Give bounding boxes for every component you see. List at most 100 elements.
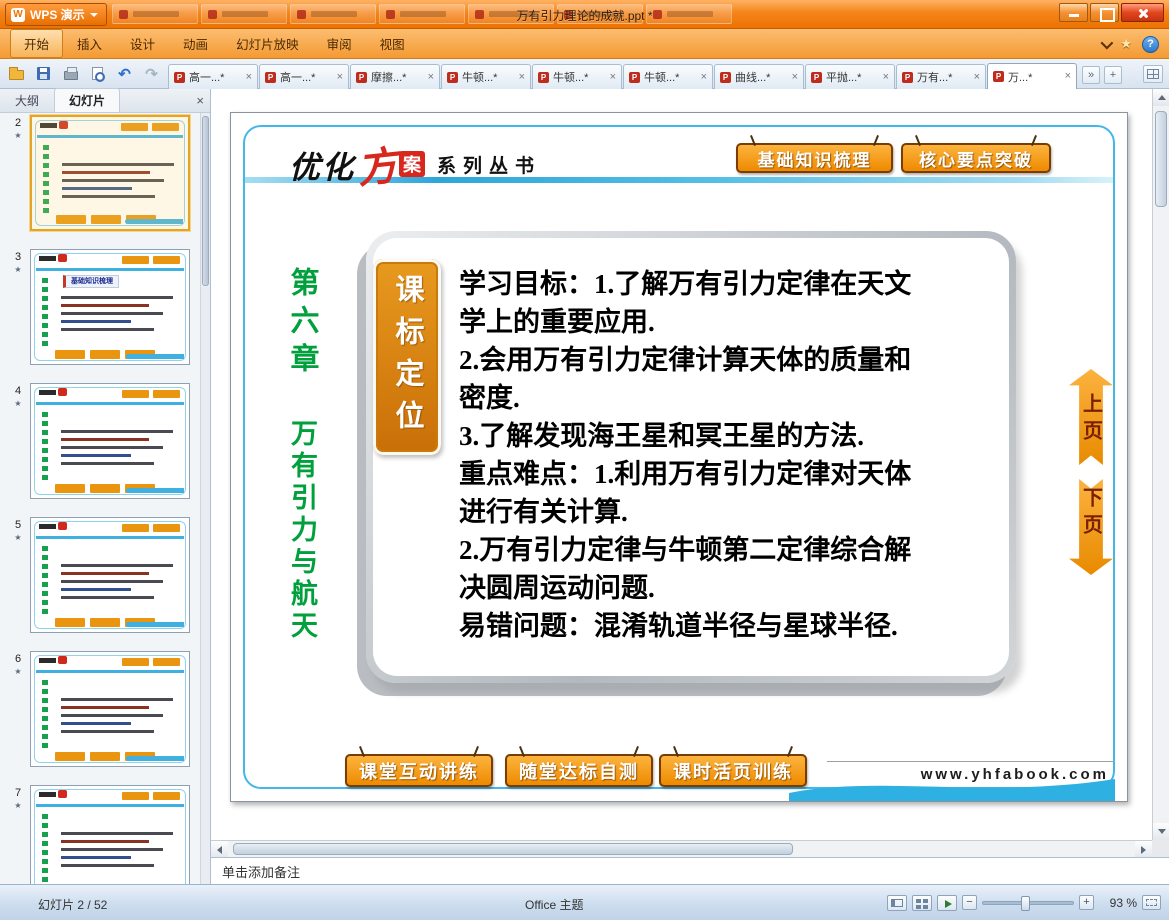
transition-star-icon: ★ [14, 667, 22, 676]
menu-item-review[interactable]: 审阅 [313, 29, 366, 58]
menu-item-animation[interactable]: 动画 [169, 29, 222, 58]
tab-slides[interactable]: 幻灯片 [54, 88, 121, 112]
thumb-divider-decoration [36, 536, 184, 539]
thumb-button-decoration [122, 256, 149, 264]
zoom-slider-thumb[interactable] [1021, 895, 1030, 911]
document-tab[interactable]: P 高一...* × [259, 64, 349, 89]
document-tab[interactable]: P 高一...* × [168, 64, 258, 89]
button-lesson-training[interactable]: 课时活页训练 [659, 754, 807, 787]
slide-thumbnail-preview[interactable] [30, 115, 190, 231]
close-tab-icon[interactable]: × [883, 71, 889, 83]
slide-thumbnail-preview[interactable] [30, 383, 190, 499]
horizontal-scrollbar-thumb[interactable] [233, 843, 793, 855]
save-icon[interactable] [33, 63, 54, 84]
slide-content-text: 学习目标：1.了解万有引力定律在天文 学上的重要应用. 2.会用万有引力定律计算… [459, 265, 1015, 645]
notes-pane[interactable]: 单击添加备注 [211, 857, 1169, 884]
zoom-slider[interactable] [982, 895, 1074, 911]
thumb-logo-accent [58, 656, 67, 664]
normal-view-icon[interactable] [887, 894, 907, 911]
new-tab-icon[interactable]: + [1104, 66, 1122, 84]
logo-seal-char: 案 [399, 151, 425, 177]
thumb-divider-decoration [36, 402, 184, 405]
brand-logo: 优化 方 案 系列丛书 [289, 135, 541, 193]
thumb-button-decoration [153, 256, 180, 264]
ghost-tab [112, 4, 198, 24]
slide-number: 7 [14, 787, 22, 799]
minimize-button[interactable] [1059, 3, 1088, 22]
wps-menu-button[interactable]: W WPS 演示 [5, 3, 107, 26]
star-icon[interactable]: ★ [1120, 36, 1132, 52]
document-tab[interactable]: P 牛顿...* × [441, 64, 531, 89]
title-bar: W WPS 演示 万有引力理论的成就.ppt * [0, 0, 1169, 29]
document-tab[interactable]: P 曲线...* × [714, 64, 804, 89]
thumb-divider-decoration [37, 135, 183, 138]
panel-scrollbar[interactable] [200, 113, 210, 884]
menu-item-view[interactable]: 视图 [366, 29, 419, 58]
panel-scrollbar-thumb[interactable] [202, 116, 209, 286]
close-tab-icon[interactable]: × [610, 71, 616, 83]
button-standard-selftest[interactable]: 随堂达标自测 [505, 754, 653, 787]
thumb-content-line [61, 304, 149, 307]
window-layout-icon[interactable] [1143, 65, 1163, 83]
button-basic-knowledge[interactable]: 基础知识梳理 [736, 143, 893, 173]
document-tab[interactable]: P 摩擦...* × [350, 64, 440, 89]
tab-course-standard: 课标定位 [373, 259, 441, 455]
close-tab-icon[interactable]: × [792, 71, 798, 83]
vertical-scrollbar[interactable] [1152, 89, 1169, 840]
horizontal-scrollbar[interactable] [211, 840, 1152, 858]
ppt-file-icon: P [174, 71, 185, 83]
collapse-toolbar-icon[interactable] [1100, 36, 1114, 49]
redo-icon[interactable]: ↷ [141, 63, 162, 84]
slide-thumbnail-preview[interactable] [30, 517, 190, 633]
menu-item-slideshow[interactable]: 幻灯片放映 [222, 29, 313, 58]
panel-close-icon[interactable]: × [196, 93, 204, 108]
fit-to-window-icon[interactable] [1142, 895, 1161, 910]
button-classroom-practice[interactable]: 课堂互动讲练 [345, 754, 493, 787]
slide-thumbnail-preview[interactable] [30, 651, 190, 767]
vertical-scrollbar-thumb[interactable] [1155, 111, 1167, 207]
scroll-up-icon[interactable] [1153, 89, 1169, 106]
slideshow-icon[interactable] [937, 894, 957, 911]
thumb-content-line [62, 163, 174, 166]
button-core-points[interactable]: 核心要点突破 [901, 143, 1051, 173]
maximize-button[interactable] [1090, 3, 1119, 22]
close-tab-icon[interactable]: × [974, 71, 980, 83]
zoom-in-icon[interactable]: + [1079, 895, 1094, 910]
document-tab[interactable]: P 牛顿...* × [623, 64, 713, 89]
close-tab-icon[interactable]: × [701, 71, 707, 83]
print-preview-icon[interactable] [87, 63, 108, 84]
document-tab[interactable]: P 平抛...* × [805, 64, 895, 89]
thumb-wave-decoration [126, 756, 184, 761]
close-button[interactable] [1121, 3, 1164, 22]
menu-item-insert[interactable]: 插入 [63, 29, 116, 58]
notes-placeholder: 单击添加备注 [222, 864, 301, 880]
close-tab-icon[interactable]: × [246, 71, 252, 83]
undo-icon[interactable]: ↶ [114, 63, 135, 84]
document-tab-active[interactable]: P 万...* × [987, 63, 1077, 89]
close-tab-icon[interactable]: × [428, 71, 434, 83]
thumb-content-line [61, 856, 131, 859]
tab-outline[interactable]: 大纲 [0, 88, 54, 112]
document-tab[interactable]: P 牛顿...* × [532, 64, 622, 89]
thumb-content-line [61, 588, 131, 591]
slide-sorter-icon[interactable] [912, 894, 932, 911]
help-icon[interactable]: ? [1142, 35, 1159, 53]
content-line: 重点难点：1.利用万有引力定律对天体 [459, 459, 912, 489]
open-file-icon[interactable] [6, 63, 27, 84]
thumb-content-line [61, 840, 149, 843]
slide-thumbnail-preview[interactable] [30, 785, 190, 884]
menu-item-design[interactable]: 设计 [116, 29, 169, 58]
scroll-down-icon[interactable] [1153, 823, 1169, 840]
document-tab[interactable]: P 万有...* × [896, 64, 986, 89]
scroll-left-icon[interactable] [211, 841, 228, 858]
close-tab-icon[interactable]: × [1065, 71, 1071, 82]
close-tab-icon[interactable]: × [519, 71, 525, 83]
zoom-out-icon[interactable]: − [962, 895, 977, 910]
menu-item-home[interactable]: 开始 [10, 29, 64, 58]
slide-thumbnail-preview[interactable]: 基础知识梳理 [30, 249, 190, 365]
print-icon[interactable] [60, 63, 81, 84]
tab-overflow-icon[interactable]: » [1082, 66, 1100, 84]
scroll-right-icon[interactable] [1135, 841, 1152, 858]
close-tab-icon[interactable]: × [337, 71, 343, 83]
slide-canvas[interactable]: 优化 方 案 系列丛书 基础知识梳理 核心要点突破 第六章 万有引力与航天 课标… [230, 112, 1128, 802]
